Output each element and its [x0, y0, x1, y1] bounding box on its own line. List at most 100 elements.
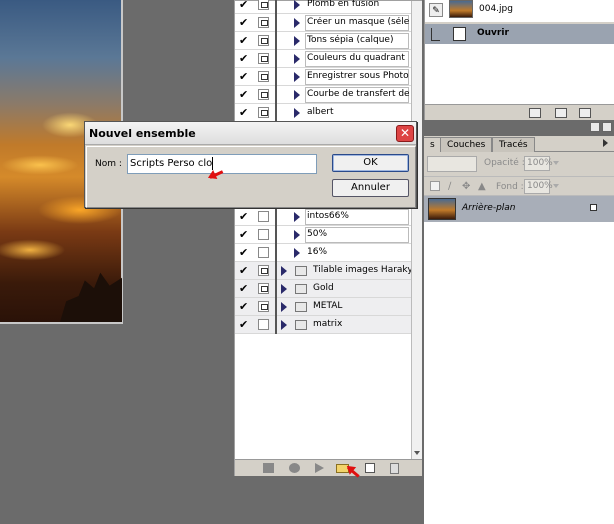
- new-document-from-state-icon[interactable]: [529, 108, 541, 118]
- column-divider: [275, 244, 277, 262]
- trash-icon[interactable]: [579, 108, 591, 118]
- action-row[interactable]: ✔ albert: [235, 104, 411, 122]
- column-divider: [275, 226, 277, 244]
- history-empty-area: [425, 44, 614, 104]
- dialog-title: Nouvel ensemble: [89, 127, 196, 140]
- layer-row[interactable]: Arrière-plan: [424, 196, 614, 222]
- action-row[interactable]: ✔ Courbe de transfert de ...: [235, 86, 411, 104]
- dialog-toggle-icon[interactable]: [258, 247, 269, 258]
- lock-pixels-icon[interactable]: ∕: [448, 181, 451, 192]
- dialog-toggle-icon[interactable]: [258, 229, 269, 240]
- toggle-checkmark[interactable]: ✔: [239, 300, 251, 313]
- toggle-checkmark[interactable]: ✔: [239, 88, 251, 101]
- stop-icon[interactable]: [263, 463, 274, 473]
- dialog-toggle-icon[interactable]: [258, 71, 269, 82]
- expand-triangle-icon[interactable]: [294, 0, 300, 10]
- column-divider: [275, 298, 277, 316]
- dialog-toggle-icon[interactable]: [258, 17, 269, 28]
- toggle-checkmark[interactable]: ✔: [239, 264, 251, 277]
- action-row[interactable]: ✔ Créer un masque (sélec...: [235, 14, 411, 32]
- dialog-toggle-icon[interactable]: [258, 107, 269, 118]
- toggle-checkmark[interactable]: ✔: [239, 52, 251, 65]
- action-set-row[interactable]: ✔ METAL: [235, 298, 411, 316]
- tab-scroll-right-icon[interactable]: [603, 139, 608, 147]
- tab-paths[interactable]: Tracés: [492, 137, 535, 152]
- dialog-toggle-icon[interactable]: [258, 301, 269, 312]
- lock-all-icon[interactable]: ▲: [478, 181, 486, 192]
- dialog-toggle-icon[interactable]: [258, 53, 269, 64]
- history-panel: ✎ 004.jpg Ouvrir: [424, 0, 614, 120]
- new-action-icon[interactable]: [365, 463, 375, 473]
- scroll-down-icon[interactable]: [414, 451, 420, 455]
- dialog-toggle-icon[interactable]: [258, 211, 269, 222]
- expand-triangle-icon[interactable]: [294, 212, 300, 222]
- expand-triangle-icon[interactable]: [294, 36, 300, 46]
- actions-scrollbar[interactable]: [411, 1, 422, 459]
- dialog-toggle-icon[interactable]: [258, 0, 269, 10]
- minimize-icon[interactable]: [590, 122, 600, 132]
- camera-icon[interactable]: [555, 108, 567, 118]
- expand-triangle-icon[interactable]: [294, 90, 300, 100]
- expand-triangle-icon[interactable]: [294, 108, 300, 118]
- cancel-button[interactable]: Annuler: [332, 179, 409, 197]
- fill-dropdown-icon[interactable]: [553, 184, 559, 188]
- dialog-toggle-icon[interactable]: [258, 283, 269, 294]
- toggle-checkmark[interactable]: ✔: [239, 106, 251, 119]
- expand-triangle-icon[interactable]: [281, 302, 287, 312]
- action-label: Tons sépia (calque): [307, 35, 394, 45]
- dialog-toggle-icon[interactable]: [258, 89, 269, 100]
- history-state-row[interactable]: Ouvrir: [425, 24, 614, 44]
- fill-field[interactable]: 100%: [524, 179, 553, 194]
- opacity-dropdown-icon[interactable]: [553, 161, 559, 165]
- expand-triangle-icon[interactable]: [294, 248, 300, 258]
- record-icon[interactable]: [289, 463, 300, 473]
- history-snapshot-row[interactable]: ✎ 004.jpg: [425, 0, 614, 22]
- tab-channels[interactable]: Couches: [440, 137, 493, 152]
- toggle-checkmark[interactable]: ✔: [239, 246, 251, 259]
- toggle-checkmark[interactable]: ✔: [239, 210, 251, 223]
- expand-triangle-icon[interactable]: [294, 230, 300, 240]
- expand-triangle-icon[interactable]: [294, 54, 300, 64]
- opacity-field[interactable]: 100%: [524, 156, 553, 171]
- expand-triangle-icon[interactable]: [294, 72, 300, 82]
- folder-icon: [295, 302, 307, 312]
- lock-position-icon[interactable]: ✥: [462, 181, 470, 192]
- history-brush-icon[interactable]: ✎: [429, 3, 443, 17]
- column-divider: [275, 104, 277, 122]
- history-toolbar: [425, 104, 614, 120]
- action-set-row[interactable]: ✔ Tilable images Harakys: [235, 262, 415, 280]
- action-row[interactable]: ✔ 16%: [235, 244, 411, 262]
- dialog-toggle-icon[interactable]: [258, 35, 269, 46]
- trash-icon[interactable]: [390, 463, 399, 474]
- action-row[interactable]: ✔ Tons sépia (calque): [235, 32, 411, 50]
- action-row[interactable]: ✔ Enregistrer sous Photo...: [235, 68, 411, 86]
- toggle-checkmark[interactable]: ✔: [239, 228, 251, 241]
- action-set-row[interactable]: ✔ Gold: [235, 280, 411, 298]
- toggle-checkmark[interactable]: ✔: [239, 16, 251, 29]
- close-icon[interactable]: ✕: [396, 125, 414, 142]
- blend-mode-select[interactable]: [427, 156, 477, 172]
- toggle-checkmark[interactable]: ✔: [239, 70, 251, 83]
- dialog-toggle-icon[interactable]: [258, 319, 269, 330]
- ok-button[interactable]: OK: [332, 154, 409, 172]
- action-set-row[interactable]: ✔ matrix: [235, 316, 411, 334]
- toggle-checkmark[interactable]: ✔: [239, 318, 251, 331]
- dialog-titlebar[interactable]: Nouvel ensemble ✕: [85, 122, 416, 145]
- expand-triangle-icon[interactable]: [281, 320, 287, 330]
- expand-triangle-icon[interactable]: [294, 18, 300, 28]
- snapshot-name: 004.jpg: [479, 4, 513, 14]
- action-row[interactable]: ✔ intos66%: [235, 208, 411, 226]
- close-icon[interactable]: [602, 122, 612, 132]
- action-row[interactable]: ✔ 50%: [235, 226, 411, 244]
- toggle-checkmark[interactable]: ✔: [239, 34, 251, 47]
- toggle-checkmark[interactable]: ✔: [239, 0, 251, 11]
- toggle-checkmark[interactable]: ✔: [239, 282, 251, 295]
- expand-triangle-icon[interactable]: [281, 284, 287, 294]
- play-icon[interactable]: [315, 463, 324, 473]
- lock-transparency-checkbox[interactable]: [430, 181, 440, 191]
- dialog-toggle-icon[interactable]: [258, 265, 269, 276]
- action-row[interactable]: ✔ Couleurs du quadrant: [235, 50, 411, 68]
- expand-triangle-icon[interactable]: [281, 266, 287, 276]
- column-divider: [275, 280, 277, 298]
- action-row[interactable]: ✔ Plomb en fusion: [235, 0, 411, 14]
